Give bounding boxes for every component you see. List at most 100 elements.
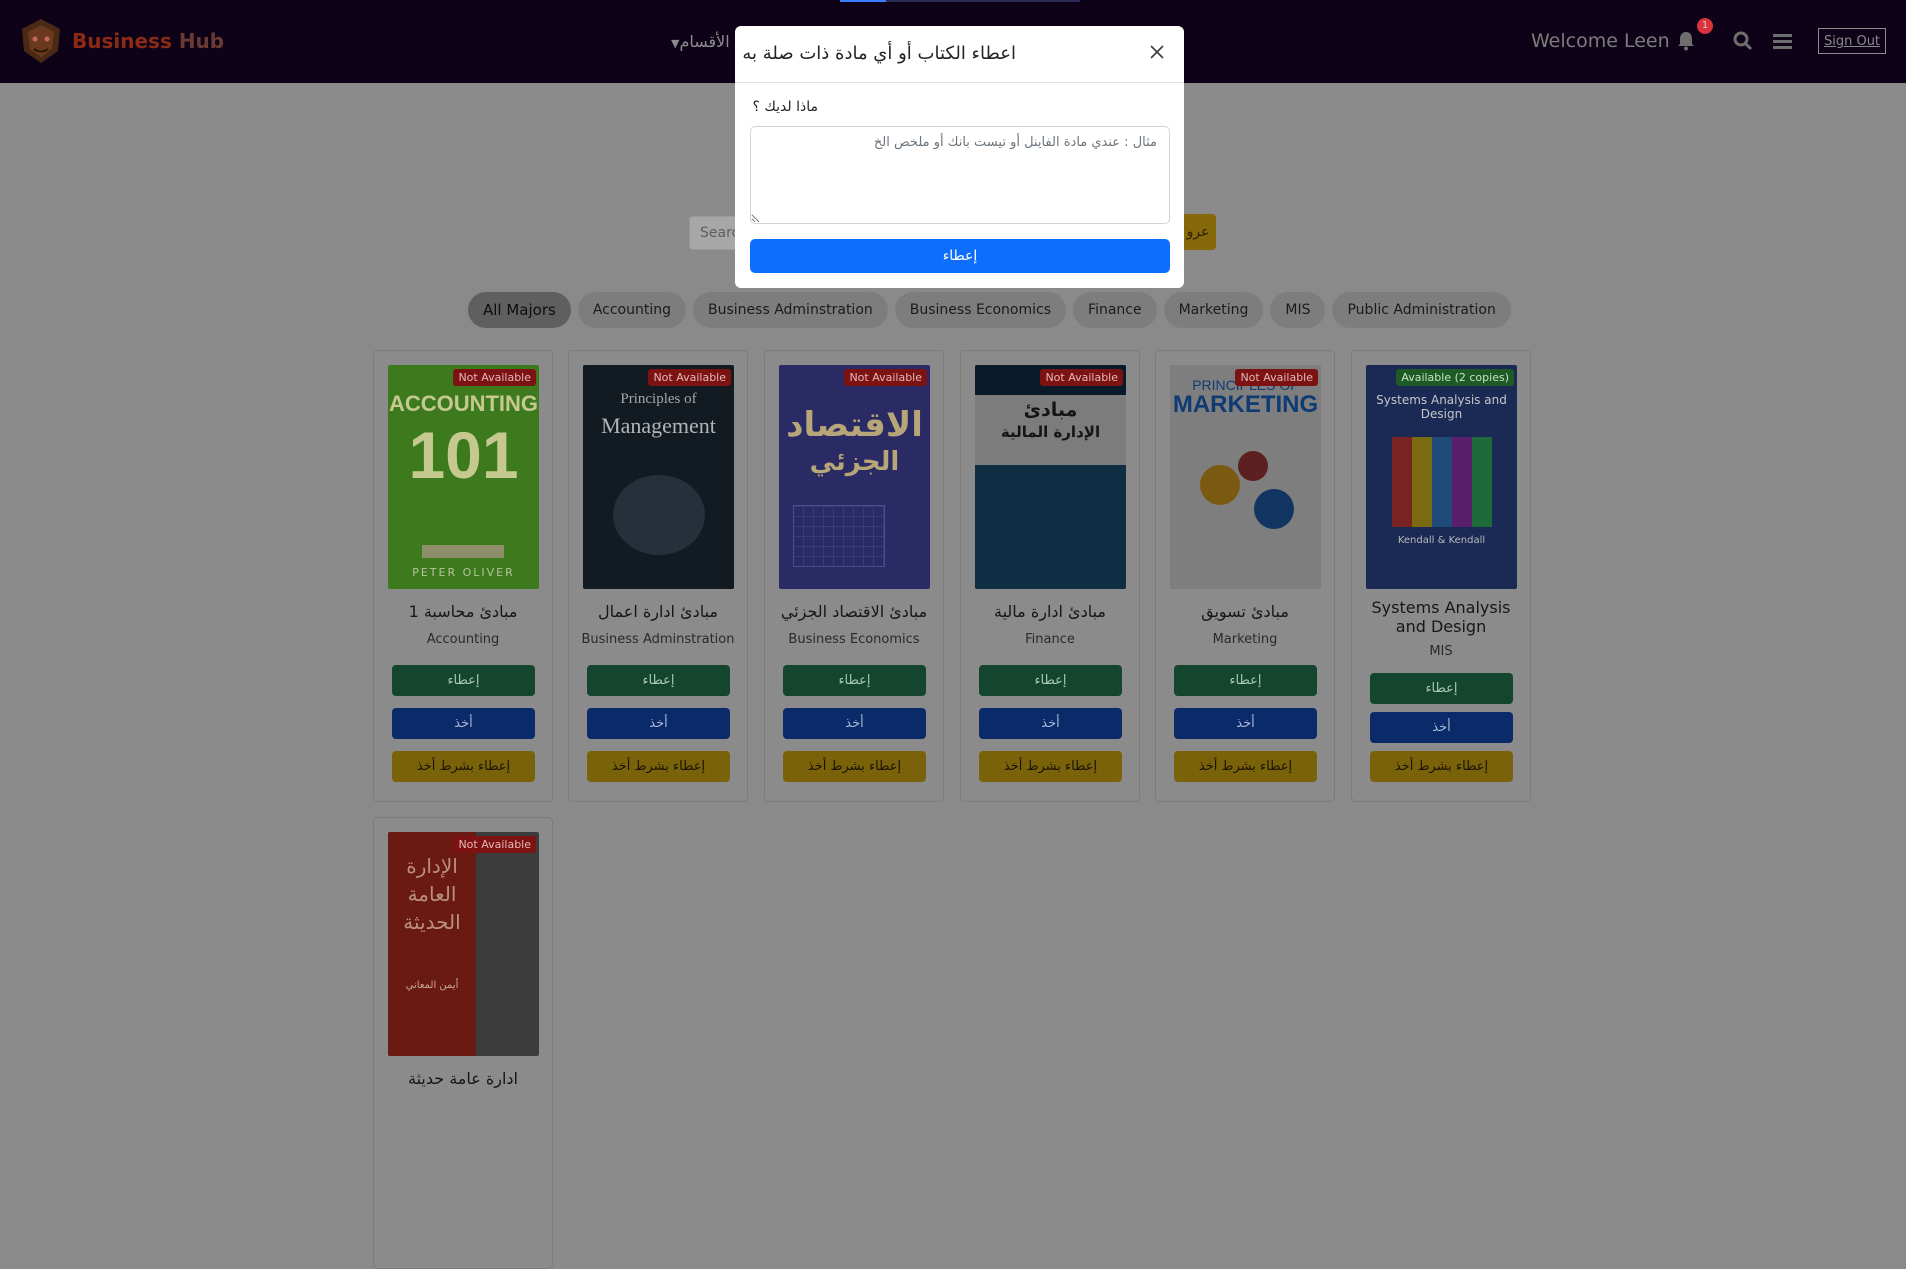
brand-name[interactable]: Business Hub: [72, 29, 224, 53]
book-card: الاقتصاد الجزئي Not Available مبادئ الاق…: [764, 350, 944, 802]
filter-business-economics[interactable]: Business Economics: [894, 292, 1067, 328]
cover-art: [1200, 465, 1240, 505]
availability-badge: Not Available: [453, 369, 536, 386]
give-conditional-button[interactable]: إعطاء بشرط أخذ: [392, 751, 535, 782]
cover-art: [613, 475, 705, 555]
give-conditional-button[interactable]: إعطاء بشرط أخذ: [1370, 751, 1513, 782]
take-button[interactable]: أخذ: [587, 708, 730, 739]
book-title: مبادئ محاسبة 1: [408, 602, 518, 621]
availability-badge: Not Available: [453, 836, 536, 853]
filter-finance[interactable]: Finance: [1073, 292, 1157, 328]
book-major: Business Adminstration: [581, 632, 735, 647]
cover-title: مبادئ: [1023, 399, 1078, 421]
loading-progress-bar: [840, 0, 1080, 2]
give-button[interactable]: إعطاء: [783, 665, 926, 696]
cover-author: أيمن المعاني: [405, 980, 459, 991]
book-cover[interactable]: Systems Analysis and Design Kendall & Ke…: [1366, 365, 1517, 589]
item-description-label: ماذا لديك ؟: [752, 99, 818, 115]
give-button[interactable]: إعطاء: [392, 665, 535, 696]
give-button[interactable]: إعطاء: [979, 665, 1122, 696]
cover-title: ACCOUNTING: [388, 391, 539, 416]
availability-badge: Not Available: [648, 369, 731, 386]
book-major: MIS: [1429, 644, 1453, 659]
filter-mis[interactable]: MIS: [1270, 292, 1326, 328]
book-cover[interactable]: الاقتصاد الجزئي Not Available: [779, 365, 930, 589]
item-description-textarea[interactable]: [750, 126, 1170, 224]
book-major: Finance: [1025, 632, 1075, 647]
give-conditional-button[interactable]: إعطاء بشرط أخذ: [1174, 751, 1317, 782]
cover-author: PETER OLIVER: [412, 566, 515, 579]
book-title: Systems Analysis and Design: [1371, 598, 1511, 636]
book-major: Business Economics: [788, 632, 920, 647]
availability-badge: Not Available: [844, 369, 927, 386]
cover-grid: [793, 505, 885, 567]
book-cover[interactable]: PRINCIPLES OF MARKETING Not Available: [1170, 365, 1321, 589]
cover-subtitle: الإدارة المالية: [1000, 423, 1101, 441]
availability-badge: Available (2 copies): [1396, 369, 1514, 386]
filter-marketing[interactable]: Marketing: [1163, 292, 1264, 328]
book-card: Principles of Management Not Available م…: [568, 350, 748, 802]
take-button[interactable]: أخذ: [979, 708, 1122, 739]
hamburger-menu-icon[interactable]: [1773, 33, 1792, 50]
book-card: الإدارة العامة الحديثة أيمن المعاني Not …: [373, 817, 553, 1269]
book-title: ادارة عامة حديثة: [407, 1069, 518, 1088]
give-button[interactable]: إعطاء: [1370, 673, 1513, 704]
bell-icon[interactable]: [1677, 31, 1695, 51]
cover-art: [1238, 451, 1268, 481]
book-title: مبادئ الاقتصاد الجزئي: [780, 602, 928, 621]
take-button[interactable]: أخذ: [392, 708, 535, 739]
filter-business-adminstration[interactable]: Business Adminstration: [693, 292, 888, 328]
cover-title: Principles of: [620, 391, 697, 407]
cover-subtitle: Management: [601, 413, 716, 438]
take-button[interactable]: أخذ: [1174, 708, 1317, 739]
filter-accounting[interactable]: Accounting: [577, 292, 687, 328]
cover-publisher-tag: [422, 545, 504, 558]
book-title: مبادئ تسويق: [1201, 602, 1289, 621]
submit-give-button[interactable]: إعطاء: [750, 239, 1170, 273]
availability-badge: Not Available: [1040, 369, 1123, 386]
modal-title: اعطاء الكتاب أو أي مادة ذات صلة به: [742, 43, 1016, 64]
give-conditional-button[interactable]: إعطاء بشرط أخذ: [783, 751, 926, 782]
close-icon[interactable]: [1149, 44, 1165, 60]
book-title: مبادئ ادارة مالية: [994, 602, 1106, 621]
book-card: PRINCIPLES OF MARKETING Not Available مب…: [1155, 350, 1335, 802]
book-cover[interactable]: ACCOUNTING 101 PETER OLIVER Not Availabl…: [388, 365, 539, 589]
categories-dropdown[interactable]: ▼الأقسام: [668, 32, 730, 51]
give-button[interactable]: إعطاء: [1174, 665, 1317, 696]
cover-art: [1254, 489, 1294, 529]
take-button[interactable]: أخذ: [783, 708, 926, 739]
give-conditional-button[interactable]: إعطاء بشرط أخذ: [587, 751, 730, 782]
take-button[interactable]: أخذ: [1370, 712, 1513, 743]
book-cover[interactable]: Principles of Management Not Available: [583, 365, 734, 589]
book-cover[interactable]: الإدارة العامة الحديثة أيمن المعاني Not …: [388, 832, 539, 1056]
availability-badge: Not Available: [1235, 369, 1318, 386]
welcome-text: Welcome Leen: [1531, 30, 1670, 52]
cover-title: الإدارة العامة الحديثة: [403, 854, 461, 934]
cover-title: الاقتصاد: [786, 405, 923, 445]
give-book-modal: اعطاء الكتاب أو أي مادة ذات صلة به ماذا …: [735, 26, 1184, 288]
filter-public-administration[interactable]: Public Administration: [1332, 292, 1511, 328]
book-major: Marketing: [1212, 632, 1278, 647]
book-major: Accounting: [426, 632, 500, 647]
cover-title: Systems Analysis and Design: [1376, 393, 1507, 421]
search-icon[interactable]: [1733, 31, 1753, 51]
book-card: ACCOUNTING 101 PETER OLIVER Not Availabl…: [373, 350, 553, 802]
cover-mosaic: [1392, 437, 1492, 527]
cover-subtitle: MARKETING: [1172, 391, 1319, 418]
filter-all-majors[interactable]: All Majors: [468, 292, 571, 328]
book-title: مبادئ ادارة اعمال: [598, 602, 718, 621]
lion-logo-icon[interactable]: [20, 17, 62, 65]
cover-subtitle: 101: [408, 418, 519, 492]
modal-header: اعطاء الكتاب أو أي مادة ذات صلة به: [735, 26, 1184, 83]
cover-author: Kendall & Kendall: [1397, 535, 1486, 546]
give-button[interactable]: إعطاء: [587, 665, 730, 696]
cover-subtitle: الجزئي: [809, 447, 900, 477]
search-button[interactable]: عرو: [1180, 214, 1216, 250]
notification-badge: 1: [1697, 18, 1713, 34]
book-card: مبادئ الإدارة المالية Not Available مباد…: [960, 350, 1140, 802]
sign-out-button[interactable]: Sign Out: [1818, 28, 1886, 54]
book-cover[interactable]: مبادئ الإدارة المالية Not Available: [975, 365, 1126, 589]
book-card: Systems Analysis and Design Kendall & Ke…: [1351, 350, 1531, 802]
major-filter-bar: All Majors Accounting Business Adminstra…: [468, 292, 1511, 328]
give-conditional-button[interactable]: إعطاء بشرط أخذ: [979, 751, 1122, 782]
